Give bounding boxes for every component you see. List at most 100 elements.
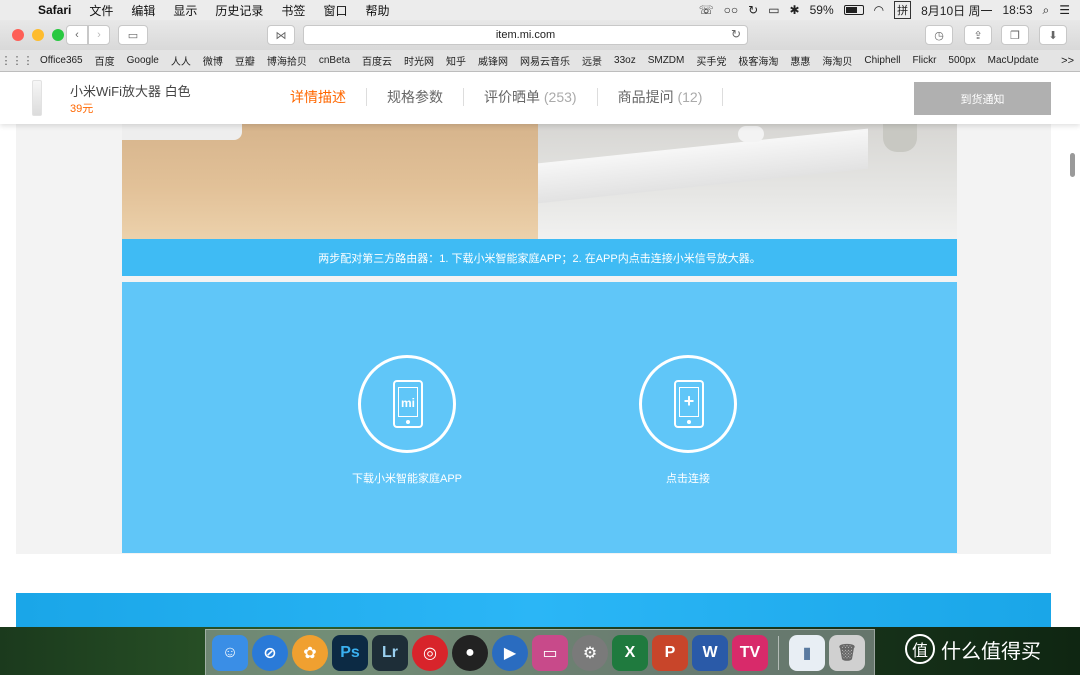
bookmark-item[interactable]: 人人 xyxy=(165,53,197,68)
history-navigation: ‹ › xyxy=(66,25,110,45)
menu-bar: Safari 文件 编辑 显示 历史记录 书签 窗口 帮助 ☏ ○○ ↻ ▭ ✱… xyxy=(0,0,1080,20)
bookmark-item[interactable]: 时光网 xyxy=(398,53,440,68)
glasses-icon[interactable]: ○○ xyxy=(724,3,739,17)
wifi-icon[interactable]: ◠ xyxy=(874,3,884,17)
sync-icon[interactable]: ↻ xyxy=(748,3,758,17)
step-download-app: mi 下载小米智能家庭APP xyxy=(342,355,472,486)
tab-details[interactable]: 详情描述 xyxy=(270,88,367,106)
battery-icon[interactable] xyxy=(843,5,864,15)
photos-icon[interactable]: ✿ xyxy=(292,634,328,671)
bookmark-item[interactable]: 知乎 xyxy=(440,53,472,68)
menu-edit[interactable]: 编辑 xyxy=(122,2,164,19)
notification-status-icon[interactable]: ☏ xyxy=(699,3,714,17)
bookmark-item[interactable]: 网易云音乐 xyxy=(514,53,576,68)
pairing-steps-section: mi 下载小米智能家庭APP + 点击连接 xyxy=(122,282,957,553)
download-app-icon: mi xyxy=(358,355,456,453)
bookmark-item[interactable]: Chiphell xyxy=(858,55,906,66)
product-thumbnail xyxy=(32,80,42,116)
notification-center-icon[interactable]: ☰ xyxy=(1059,3,1070,17)
quicktime-icon[interactable]: ▶ xyxy=(492,634,528,671)
bookmarks-overflow-button[interactable]: >> xyxy=(1061,55,1080,67)
bookmark-item[interactable]: 买手党 xyxy=(690,53,732,68)
bookmark-item[interactable]: 极客海淘 xyxy=(732,53,784,68)
tab-questions[interactable]: 商品提问 (12) xyxy=(598,88,724,106)
zoom-window-button[interactable] xyxy=(52,29,64,41)
dock: ☺ ⊘ ✿ Ps Lr ◎ ● ▶ ▭ ⚙ X P W TV ▮ 🗑 xyxy=(205,629,875,675)
display-icon[interactable]: ▭ xyxy=(532,634,568,671)
menu-file[interactable]: 文件 xyxy=(80,2,122,19)
menu-view[interactable]: 显示 xyxy=(164,2,206,19)
trash-icon[interactable]: 🗑 xyxy=(829,634,865,671)
arrival-notify-button[interactable]: 到货通知 xyxy=(914,82,1051,115)
tv-app-icon[interactable]: TV xyxy=(732,634,768,671)
product-price: 39元 xyxy=(70,103,94,115)
product-photo-shelf xyxy=(538,124,957,239)
excel-icon[interactable]: X xyxy=(612,634,648,671)
bookmark-item[interactable]: 博海拾贝 xyxy=(261,53,313,68)
finder-icon[interactable]: ☺ xyxy=(212,634,248,671)
system-preferences-icon[interactable]: ⚙ xyxy=(572,634,608,671)
safari-icon[interactable]: ⊘ xyxy=(252,634,288,671)
back-button[interactable]: ‹ xyxy=(66,25,88,45)
connect-icon: + xyxy=(639,355,737,453)
page-scrollbar[interactable] xyxy=(1070,153,1075,177)
menu-app-name[interactable]: Safari xyxy=(36,3,80,17)
bookmark-item[interactable]: 豆瓣 xyxy=(229,53,261,68)
bookmark-item[interactable]: cnBeta xyxy=(313,55,356,66)
product-photo-wood xyxy=(122,124,538,239)
bookmark-item[interactable]: 威锋网 xyxy=(472,53,514,68)
tab-reviews[interactable]: 评价晒单 (253) xyxy=(464,88,598,106)
bookmark-item[interactable]: 微博 xyxy=(197,53,229,68)
bookmark-item[interactable]: Office365 xyxy=(34,55,89,66)
reload-icon[interactable]: ↻ xyxy=(731,27,741,41)
question-count: (12) xyxy=(677,89,703,105)
bookmark-item[interactable]: 500px xyxy=(942,55,981,66)
downloads-stack-icon[interactable]: ▮ xyxy=(789,634,825,671)
battery-percent[interactable]: 59% xyxy=(810,3,834,17)
bookmark-item[interactable]: 33oz xyxy=(608,55,642,66)
menu-date[interactable]: 8月10日 周一 xyxy=(921,2,992,19)
history-button[interactable]: ◷ xyxy=(925,25,953,45)
downloads-button[interactable]: ⬇ xyxy=(1039,25,1067,45)
bookmark-item[interactable]: 海淘贝 xyxy=(816,53,858,68)
bookmark-item[interactable]: 远景 xyxy=(576,53,608,68)
netease-music-icon[interactable]: ◎ xyxy=(412,634,448,671)
forward-button[interactable]: › xyxy=(88,25,110,45)
bookmark-item[interactable]: Google xyxy=(121,55,165,66)
product-photo-shelf-surface xyxy=(538,128,868,204)
tabs-overview-button[interactable]: ❐ xyxy=(1001,25,1029,45)
share-button[interactable]: ⇪ xyxy=(964,25,992,45)
menu-window[interactable]: 窗口 xyxy=(314,2,356,19)
product-name: 小米WiFi放大器 白色 xyxy=(70,84,191,99)
menu-help[interactable]: 帮助 xyxy=(356,2,398,19)
address-bar[interactable]: item.mi.com ↻ xyxy=(303,25,748,45)
lightroom-icon[interactable]: Lr xyxy=(372,634,408,671)
search-icon[interactable]: ⌕ xyxy=(1043,3,1050,18)
bookmark-item[interactable]: SMZDM xyxy=(642,55,691,66)
product-sticky-header: 小米WiFi放大器 白色 39元 详情描述 规格参数 评价晒单 (253) 商品… xyxy=(0,72,1080,124)
menu-clock[interactable]: 18:53 xyxy=(1002,3,1032,17)
reader-mode-button[interactable]: ⋈ xyxy=(267,25,295,45)
photoshop-icon[interactable]: Ps xyxy=(332,634,368,671)
phone-plus-icon: + xyxy=(674,380,704,428)
bluetooth-icon[interactable]: ✱ xyxy=(790,3,800,17)
menu-history[interactable]: 历史记录 xyxy=(206,2,272,19)
powerpoint-icon[interactable]: P xyxy=(652,634,688,671)
bookmark-item[interactable]: MacUpdate xyxy=(982,55,1045,66)
bookmark-item[interactable]: 百度云 xyxy=(356,53,398,68)
mi-logo-glyph: mi xyxy=(400,396,415,410)
input-method-indicator[interactable]: 拼 xyxy=(894,1,912,19)
sidebar-toggle-button[interactable]: ▭ xyxy=(118,25,148,45)
product-photo-plug xyxy=(738,126,764,142)
bookmark-item[interactable]: 百度 xyxy=(89,53,121,68)
minimize-window-button[interactable] xyxy=(32,29,44,41)
word-icon[interactable]: W xyxy=(692,634,728,671)
close-window-button[interactable] xyxy=(12,29,24,41)
airplay-icon[interactable]: ▭ xyxy=(768,3,779,17)
tab-specs[interactable]: 规格参数 xyxy=(367,88,464,106)
bookmarks-grid-icon[interactable]: ⋮⋮⋮ xyxy=(0,54,34,67)
qq-icon[interactable]: ● xyxy=(452,634,488,671)
menu-bookmarks[interactable]: 书签 xyxy=(272,2,314,19)
bookmark-item[interactable]: Flickr xyxy=(907,55,943,66)
bookmark-item[interactable]: 惠惠 xyxy=(784,53,816,68)
